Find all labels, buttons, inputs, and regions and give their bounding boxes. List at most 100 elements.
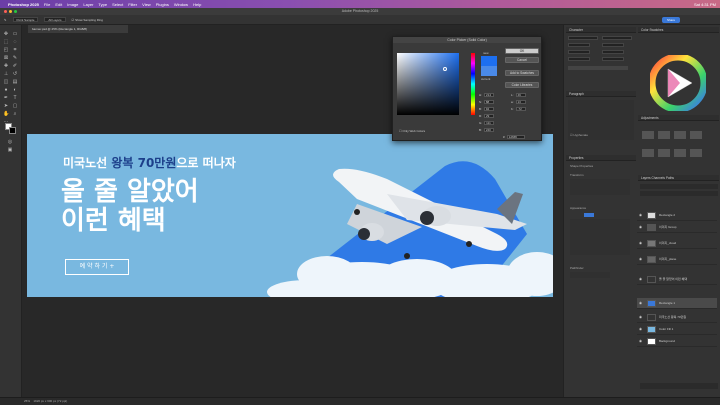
healing-brush-icon[interactable]: ✚	[3, 63, 9, 69]
r-value[interactable]: 29	[484, 114, 494, 119]
color-libraries-button[interactable]: Color Libraries	[505, 82, 539, 88]
paragraph-panel-tab[interactable]: Paragraph	[566, 91, 636, 97]
swatches-tab-label[interactable]: Swatches	[650, 28, 664, 32]
menu-window[interactable]: Window	[174, 2, 188, 7]
share-button[interactable]: Share	[661, 16, 680, 23]
lab-b-field[interactable]: b: -72	[511, 107, 526, 112]
move-tool-icon[interactable]: ✥	[3, 31, 9, 37]
exposure-preset-icon[interactable]	[690, 131, 702, 139]
b-value[interactable]: 94	[483, 107, 494, 112]
add-to-swatches-button[interactable]: Add to Swatches	[505, 70, 539, 76]
crop-tool-icon[interactable]: ⌗	[12, 47, 18, 53]
eraser-tool-icon[interactable]: ◫	[3, 79, 9, 85]
character-panel-tab[interactable]: Character	[566, 27, 636, 33]
lab-l-field[interactable]: L: 49	[511, 93, 526, 98]
menu-type[interactable]: Type	[98, 2, 107, 7]
vertical-scale-field[interactable]	[568, 57, 590, 61]
layer-row-selected[interactable]: ◉ Rectangle 1	[637, 298, 717, 309]
sample-select[interactable]: All Layers	[44, 17, 66, 22]
layer-row[interactable]: ◉ 이미지 Group	[637, 222, 717, 233]
visibility-eye-icon[interactable]: ◉	[639, 336, 642, 347]
vibrance-preset-icon[interactable]	[642, 149, 654, 157]
lasso-tool-icon[interactable]: ◌	[12, 39, 18, 45]
artboard-tool-icon[interactable]: ▭	[12, 31, 18, 37]
cancel-button[interactable]: Cancel	[505, 57, 539, 63]
s-value[interactable]: 88	[483, 100, 494, 105]
lab-a-field[interactable]: a: 13	[511, 100, 526, 105]
zoom-window-button[interactable]	[14, 10, 17, 13]
color-field-marker[interactable]	[443, 67, 447, 71]
channels-tab[interactable]: Channels	[651, 176, 664, 180]
stamp-tool-icon[interactable]: ⊥	[3, 71, 9, 77]
layer-row[interactable]: ◉ 미국노선 왕복 70만원	[637, 312, 717, 323]
saturation-field[interactable]: S: 88	[479, 100, 494, 105]
fill-color-swatch[interactable]	[584, 213, 594, 217]
h-value[interactable]: 214	[484, 93, 494, 98]
transform-fields[interactable]	[570, 179, 630, 195]
curves-preset-icon[interactable]	[674, 131, 686, 139]
blur-tool-icon[interactable]: ●	[3, 87, 9, 93]
color-field[interactable]	[397, 53, 459, 115]
hyphenate-checkbox[interactable]: ☑ Hyphenate	[570, 133, 588, 137]
layer-row[interactable]: ◉ 이미지_plane	[637, 254, 717, 265]
hue-sat-preset-icon[interactable]	[658, 149, 670, 157]
menu-filter[interactable]: Filter	[128, 2, 137, 7]
ok-button[interactable]: OK	[505, 48, 539, 54]
eyedropper-icon[interactable]: ✎	[4, 18, 7, 22]
font-size-field[interactable]	[568, 43, 590, 47]
visibility-eye-icon[interactable]: ◉	[639, 222, 642, 233]
kerning-field[interactable]	[568, 50, 590, 54]
blue-value[interactable]: 240	[483, 128, 494, 133]
gradient-tool-icon[interactable]: ▤	[12, 79, 18, 85]
layers-tab[interactable]: Layers	[641, 176, 651, 180]
properties-panel-tab[interactable]: Properties	[566, 155, 636, 161]
blue-field[interactable]: B: 240	[479, 128, 494, 133]
red-field[interactable]: R: 29	[479, 114, 494, 119]
show-sampling-ring-checkbox[interactable]: ☑ Show Sampling Ring	[72, 18, 103, 22]
visibility-eye-icon[interactable]: ◉	[639, 210, 642, 221]
brush-tool-icon[interactable]: ✐	[12, 63, 18, 69]
color-balance-preset-icon[interactable]	[674, 149, 686, 157]
blend-mode-opacity-bar[interactable]	[640, 191, 718, 196]
appearance-fields[interactable]	[570, 219, 630, 255]
menu-file[interactable]: File	[44, 2, 50, 7]
history-brush-icon[interactable]: ↺	[12, 71, 18, 77]
menu-select[interactable]: Select	[112, 2, 123, 7]
object-select-tool-icon[interactable]: ◰	[3, 47, 9, 53]
leading-field[interactable]	[602, 43, 624, 47]
horizontal-scale-field[interactable]	[602, 57, 624, 61]
frame-tool-icon[interactable]: ⊠	[3, 55, 9, 61]
minimize-window-button[interactable]	[9, 10, 12, 13]
transform-section[interactable]: Transform	[570, 173, 584, 177]
adjustments-panel-tab[interactable]: Adjustments	[638, 115, 719, 121]
layer-filter-bar[interactable]	[640, 184, 718, 189]
lab-l-value[interactable]: 49	[515, 93, 526, 98]
visibility-eye-icon[interactable]: ◉	[639, 254, 642, 265]
color-panel-tab[interactable]: Color Swatches	[638, 27, 719, 33]
lab-b-value[interactable]: -72	[515, 107, 526, 112]
pathfinder-buttons[interactable]	[570, 272, 610, 278]
brightness-preset-icon[interactable]	[642, 131, 654, 139]
menu-help[interactable]: Help	[193, 2, 201, 7]
app-menu[interactable]: Photoshop 2025	[8, 2, 39, 7]
lab-a-value[interactable]: 13	[515, 100, 526, 105]
visibility-eye-icon[interactable]: ◉	[639, 274, 642, 285]
marquee-tool-icon[interactable]: ⬚	[3, 39, 9, 45]
visibility-eye-icon[interactable]: ◉	[639, 312, 642, 323]
shape-tool-icon[interactable]: ▢	[12, 103, 18, 109]
menu-edit[interactable]: Edit	[55, 2, 62, 7]
layer-row[interactable]: ◉ Rectangle 2	[637, 210, 717, 221]
zoom-level[interactable]: 25%	[24, 399, 30, 403]
hand-tool-icon[interactable]: ✋	[3, 111, 9, 117]
pen-tool-icon[interactable]: ✒	[3, 95, 9, 101]
layer-row[interactable]: ◉ Color Fill 1	[637, 324, 717, 335]
menu-image[interactable]: Image	[67, 2, 78, 7]
color-wheel[interactable]	[650, 55, 706, 111]
pathfinder-section[interactable]: Pathfinder	[570, 266, 584, 270]
layer-row[interactable]: ◉ Background	[637, 336, 717, 347]
close-window-button[interactable]	[4, 10, 7, 13]
menu-plugins[interactable]: Plugins	[156, 2, 169, 7]
only-web-colors-checkbox[interactable]: ☐ Only Web Colors	[399, 129, 425, 133]
sample-size-select[interactable]: Point Sample	[12, 17, 39, 22]
layer-row[interactable]: ◉ 이미지_cloud	[637, 238, 717, 249]
